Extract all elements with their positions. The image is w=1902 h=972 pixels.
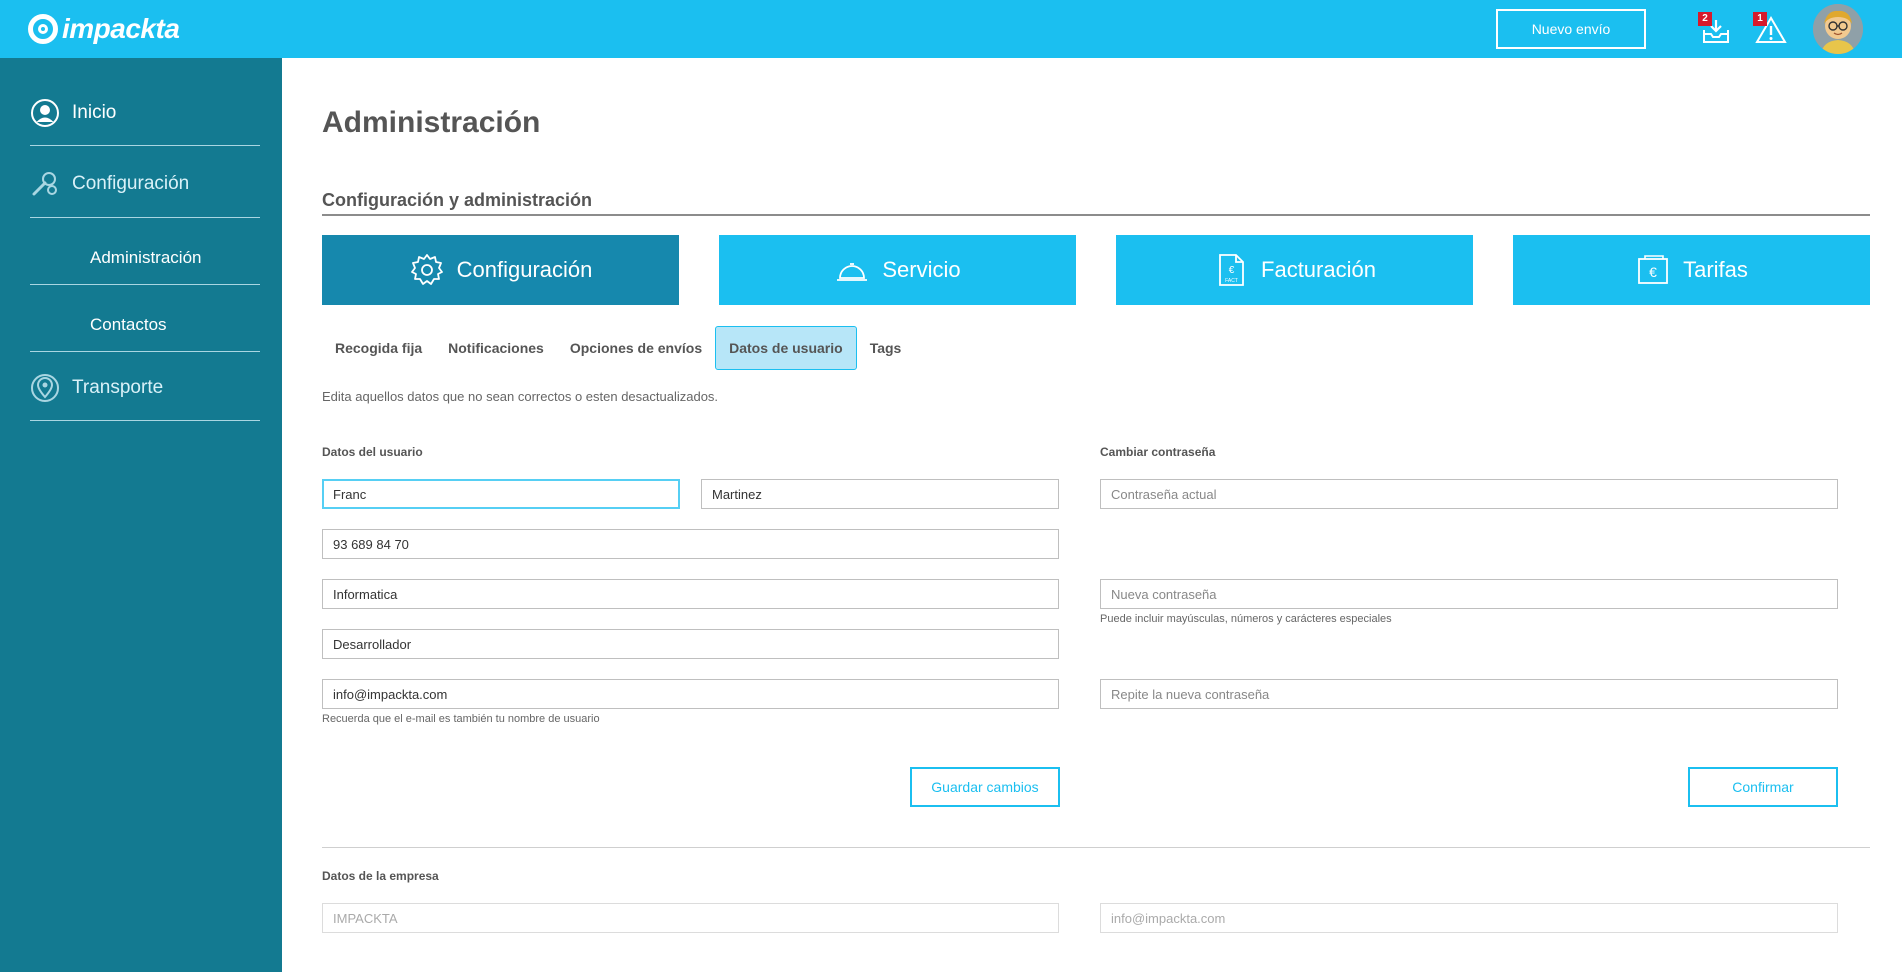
tab-facturacion[interactable]: € FACT Facturación	[1116, 235, 1473, 305]
svg-text:€: €	[1649, 264, 1657, 280]
alert-triangle-icon[interactable]: 1	[1753, 12, 1787, 46]
sidebar-item-label: Configuración	[72, 173, 190, 194]
tab-tarifas[interactable]: € Tarifas	[1513, 235, 1870, 305]
company-data-label: Datos de la empresa	[322, 869, 439, 883]
subtab-datos-usuario[interactable]: Datos de usuario	[715, 326, 857, 370]
save-changes-button[interactable]: Guardar cambios	[910, 767, 1060, 807]
user-circle-icon	[31, 99, 59, 127]
tab-configuracion[interactable]: Configuración	[322, 235, 679, 305]
email-hint: Recuerda que el e-mail es también tu nom…	[322, 713, 600, 725]
svg-text:FACT: FACT	[1225, 278, 1238, 284]
confirm-button[interactable]: Confirmar	[1688, 767, 1838, 807]
current-password-input[interactable]	[1100, 479, 1838, 509]
euro-tag-icon: €	[1638, 255, 1668, 284]
impackta-logo[interactable]: impackta	[28, 12, 180, 46]
logo-text: impackta	[62, 13, 180, 44]
subtab-tags[interactable]: Tags	[857, 326, 915, 370]
sidebar-item-label: Transporte	[72, 377, 164, 398]
sidebar-divider	[30, 351, 260, 352]
tab-label: Servicio	[882, 257, 961, 282]
downloads-badge: 2	[1698, 12, 1712, 26]
first-name-input[interactable]	[322, 479, 680, 509]
intro-text: Edita aquellos datos que no sean correct…	[322, 389, 719, 404]
company-name-input	[322, 903, 1059, 933]
subtab-notificaciones[interactable]: Notificaciones	[435, 326, 557, 370]
tab-label: Tarifas	[1683, 257, 1748, 282]
sidebar-divider	[30, 420, 260, 421]
new-shipment-button[interactable]: Nuevo envío	[1496, 9, 1646, 49]
sidebar-subitem-contactos[interactable]: Contactos	[90, 315, 167, 335]
tab-label: Facturación	[1261, 257, 1376, 282]
subtab-recogida-fija[interactable]: Recogida fija	[322, 326, 435, 370]
sidebar-item-transporte[interactable]: Transporte	[30, 373, 260, 403]
sidebar-item-configuracion[interactable]: Configuración	[30, 169, 260, 199]
invoice-icon: € FACT	[1219, 254, 1244, 286]
last-name-input[interactable]	[701, 479, 1059, 509]
sidebar-item-label: Inicio	[72, 102, 117, 123]
alerts-badge: 1	[1753, 12, 1767, 26]
sidebar-divider	[30, 284, 260, 285]
logo-mark-icon	[28, 14, 58, 44]
user-data-label: Datos del usuario	[322, 445, 423, 459]
service-bell-icon	[837, 263, 868, 281]
sidebar: Inicio Configuración Administración Cont…	[0, 58, 282, 972]
main-content: Administración Configuración y administr…	[282, 58, 1902, 972]
section-divider	[322, 847, 1870, 848]
sidebar-item-inicio[interactable]: Inicio	[30, 98, 260, 128]
map-pin-icon	[31, 374, 59, 402]
section-divider	[322, 214, 1870, 216]
phone-input[interactable]	[322, 529, 1059, 559]
tab-servicio[interactable]: Servicio	[719, 235, 1076, 305]
repeat-password-input[interactable]	[1100, 679, 1838, 709]
department-input[interactable]	[322, 579, 1059, 609]
sidebar-divider	[30, 217, 260, 218]
new-password-input[interactable]	[1100, 579, 1838, 609]
subtab-opciones-envios[interactable]: Opciones de envíos	[557, 326, 715, 370]
sidebar-divider	[30, 145, 260, 146]
svg-text:€: €	[1229, 265, 1235, 276]
page-title: Administración	[322, 106, 541, 139]
sub-tabs: Recogida fija Notificaciones Opciones de…	[322, 326, 914, 370]
tab-label: Configuración	[456, 257, 593, 282]
downloads-tray-icon[interactable]: 2	[1698, 12, 1732, 46]
role-input[interactable]	[322, 629, 1059, 659]
wrench-gear-icon	[32, 172, 57, 196]
change-password-label: Cambiar contraseña	[1100, 445, 1216, 459]
gear-icon	[410, 254, 443, 285]
user-avatar[interactable]	[1813, 4, 1863, 54]
section-title: Configuración y administración	[322, 190, 593, 210]
company-email-input	[1100, 903, 1838, 933]
new-password-hint: Puede incluir mayúsculas, números y cará…	[1100, 613, 1392, 625]
email-input[interactable]	[322, 679, 1059, 709]
sidebar-subitem-administracion[interactable]: Administración	[90, 248, 202, 268]
top-bar: impackta Nuevo envío 2 1	[0, 0, 1902, 58]
